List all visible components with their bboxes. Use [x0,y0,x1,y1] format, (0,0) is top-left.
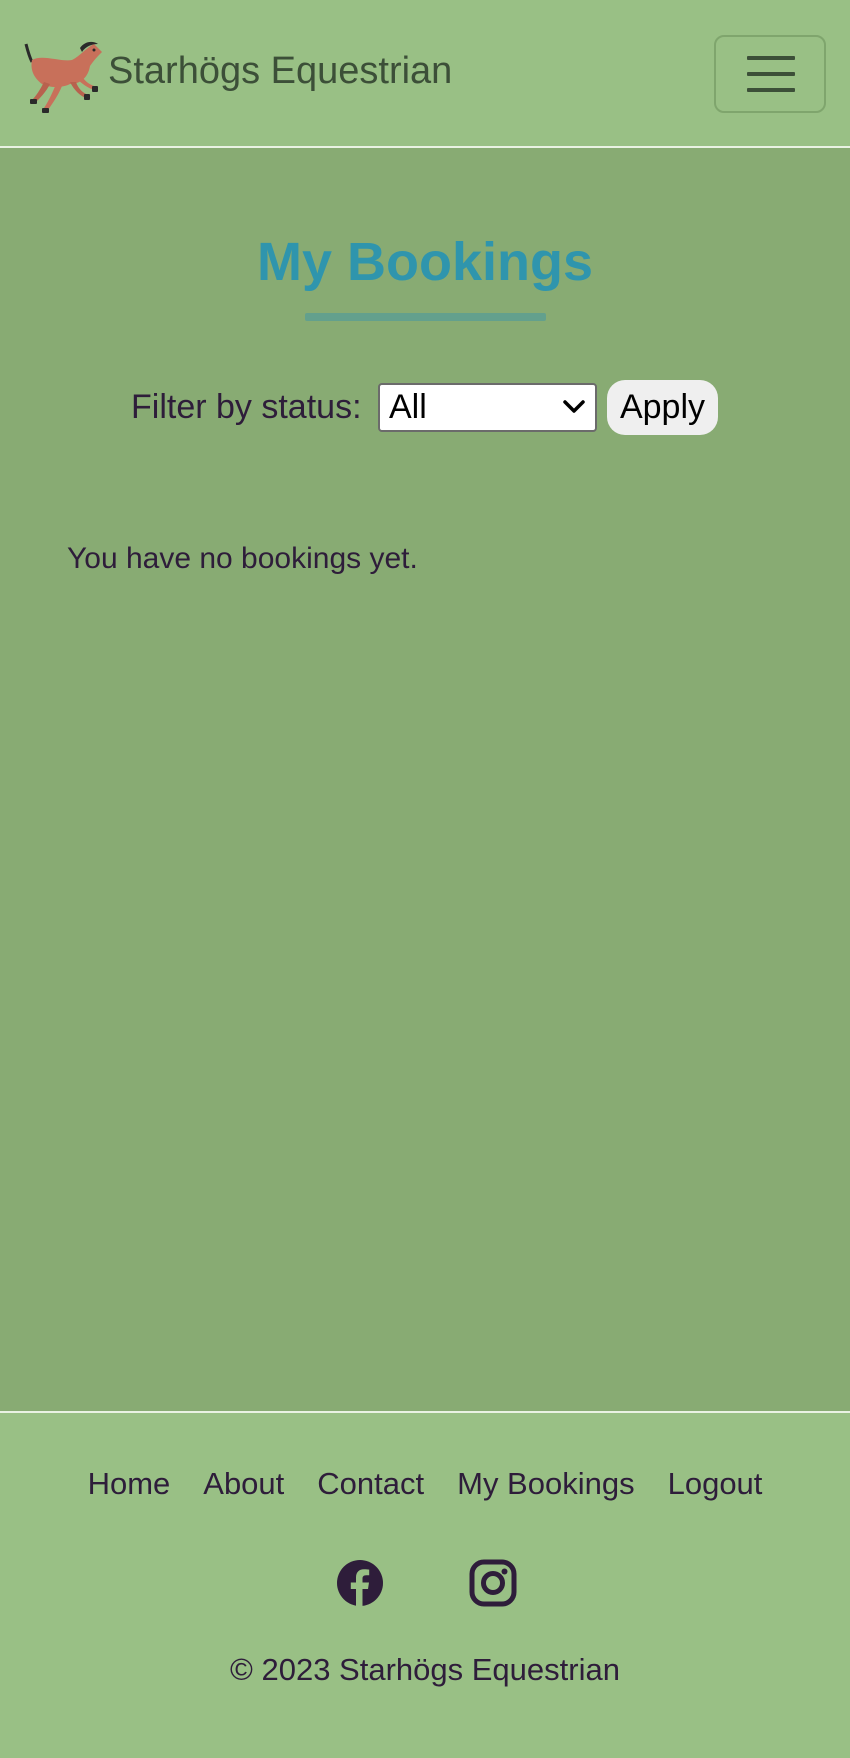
copyright: © 2023 Starhögs Equestrian [230,1652,620,1687]
hamburger-menu-icon [747,56,795,60]
footer-nav: Home About Contact My Bookings Logout [0,1463,850,1505]
footer-link-contact[interactable]: Contact [317,1463,424,1505]
hamburger-menu-icon-bar [747,72,795,76]
page-title: My Bookings [256,232,594,292]
apply-button[interactable]: Apply [607,380,718,435]
status-select-value: All [389,388,427,426]
status-select[interactable]: All [378,383,597,432]
menu-toggle-button[interactable] [714,35,826,113]
footer-link-home[interactable]: Home [88,1463,171,1505]
chevron-down-icon [563,400,585,413]
main-content: My Bookings Filter by status: All Apply … [0,150,850,1410]
galloping-horse-icon[interactable] [22,38,110,118]
brand-name[interactable]: Starhögs Equestrian [108,46,452,96]
title-underline [305,313,546,321]
footer-link-logout[interactable]: Logout [668,1463,763,1505]
footer-link-about[interactable]: About [203,1463,284,1505]
site-header: Starhögs Equestrian [0,0,850,148]
empty-bookings-message: You have no bookings yet. [67,542,418,575]
instagram-icon[interactable] [469,1559,517,1607]
site-footer: Home About Contact My Bookings Logout © … [0,1411,850,1758]
hamburger-menu-icon-bar [747,88,795,92]
filter-label: Filter by status: [131,388,362,426]
facebook-icon[interactable] [336,1559,384,1607]
footer-link-my-bookings[interactable]: My Bookings [457,1463,634,1505]
